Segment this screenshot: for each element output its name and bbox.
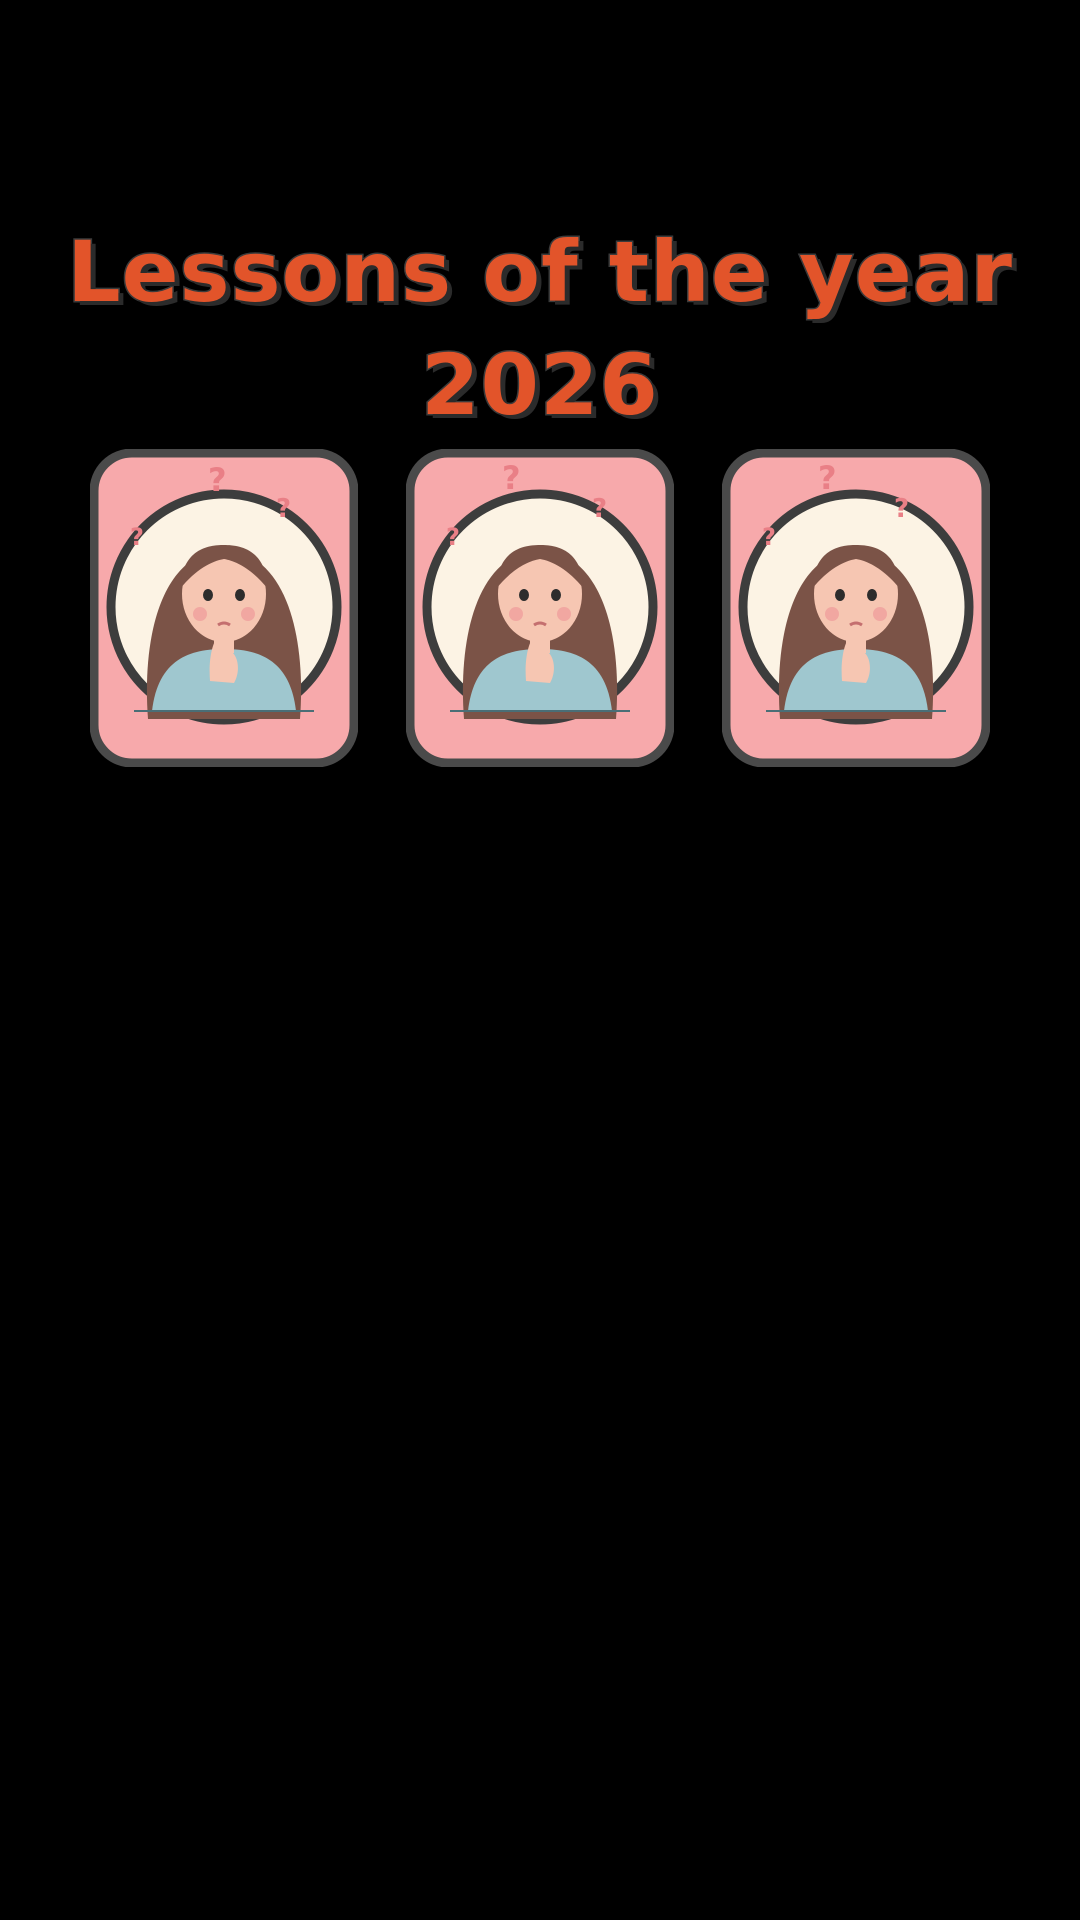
svg-text:?: ? (276, 494, 291, 524)
thinking-girl-icon: ? ? ? (722, 449, 990, 767)
svg-text:?: ? (502, 459, 521, 497)
svg-text:?: ? (208, 461, 227, 499)
choice-card-3[interactable]: ? ? ? (722, 449, 990, 767)
thinking-girl-icon: ? ? ? (90, 449, 358, 767)
thinking-girl-icon: ? ? ? (406, 449, 674, 767)
svg-text:?: ? (818, 459, 837, 497)
card-row: ? ? ? ? ? ? ? ? ? (90, 449, 990, 767)
title-line-1: Lessons of the year (66, 222, 1014, 323)
choice-card-2[interactable]: ? ? ? (406, 449, 674, 767)
title-year: 2026 (420, 335, 660, 436)
svg-text:?: ? (446, 523, 460, 551)
stage: Lessons of the year 2026 ? ? ? ? ? ? ? ?… (0, 0, 1080, 1920)
svg-text:?: ? (762, 523, 776, 551)
svg-text:?: ? (130, 523, 144, 551)
choice-card-1[interactable]: ? ? ? (90, 449, 358, 767)
svg-text:?: ? (894, 494, 909, 524)
svg-text:?: ? (592, 494, 607, 524)
